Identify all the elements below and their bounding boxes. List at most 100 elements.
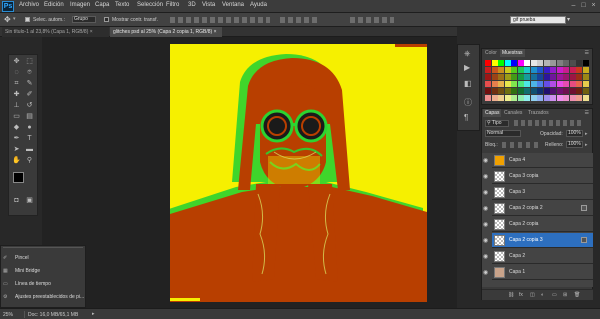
color-swatch[interactable]: [543, 60, 550, 66]
healing-brush-tool-icon[interactable]: ✚: [11, 90, 22, 99]
menu-seleccion[interactable]: Selección: [137, 2, 163, 8]
fill-input[interactable]: 100%: [566, 141, 583, 148]
visibility-eye-icon[interactable]: ◉: [483, 253, 488, 260]
color-swatch[interactable]: [517, 81, 524, 87]
color-swatch[interactable]: [550, 60, 556, 66]
color-swatch[interactable]: [543, 81, 550, 87]
link-layers-icon[interactable]: ⛓: [508, 292, 514, 298]
tab-trazados[interactable]: Trazados: [526, 109, 551, 117]
menu-archivo[interactable]: Archivo: [19, 2, 39, 8]
workspace-chevron-icon[interactable]: ▾: [567, 16, 570, 23]
color-swatch[interactable]: [524, 95, 530, 101]
color-swatch[interactable]: [556, 74, 563, 80]
layer-kind-filter[interactable]: ⚲ Tipo: [485, 120, 509, 127]
layer-row[interactable]: ◉ Capa 2 copia: [483, 217, 593, 232]
color-swatch[interactable]: [582, 95, 589, 101]
color-swatch[interactable]: [511, 60, 517, 66]
menu-3d[interactable]: 3D: [188, 2, 196, 8]
color-swatch[interactable]: [550, 88, 556, 94]
layer-row[interactable]: ◉ Capa 4: [483, 153, 593, 168]
smart-filter-icon[interactable]: [581, 237, 587, 243]
auto-select-dropdown[interactable]: Grupo: [72, 16, 96, 23]
menu-vista[interactable]: Vista: [202, 2, 215, 8]
color-swatch[interactable]: [569, 60, 576, 66]
visibility-eye-icon[interactable]: ◉: [483, 189, 488, 196]
color-swatch[interactable]: [582, 67, 589, 73]
color-swatch[interactable]: [491, 67, 498, 73]
color-swatch[interactable]: [569, 88, 576, 94]
color-swatch[interactable]: [569, 67, 576, 73]
quick-mask-icon[interactable]: ◘: [11, 196, 22, 205]
color-swatch[interactable]: [563, 67, 569, 73]
align-buttons-group[interactable]: [170, 17, 270, 23]
color-swatch[interactable]: [530, 74, 537, 80]
new-layer-icon[interactable]: ⊞: [563, 292, 567, 298]
blend-mode-select[interactable]: Normal: [485, 130, 521, 137]
color-swatch[interactable]: [517, 95, 524, 101]
menu-edicion[interactable]: Edición: [44, 2, 64, 8]
color-swatch[interactable]: [485, 88, 491, 94]
zoom-level[interactable]: 25%: [3, 312, 13, 318]
color-swatch[interactable]: [543, 74, 550, 80]
color-swatch[interactable]: [563, 60, 569, 66]
tab-capas[interactable]: Capas: [483, 109, 502, 117]
color-swatch[interactable]: [504, 60, 511, 66]
color-swatch[interactable]: [511, 74, 517, 80]
path-selection-tool-icon[interactable]: ➤: [11, 145, 22, 154]
lock-buttons[interactable]: [502, 142, 538, 148]
gradient-tool-icon[interactable]: ▤: [24, 112, 35, 121]
color-swatch[interactable]: [537, 88, 543, 94]
color-swatch[interactable]: [524, 60, 530, 66]
properties-icon[interactable]: ◧: [464, 79, 472, 88]
color-swatch[interactable]: [582, 88, 589, 94]
status-chevron-icon[interactable]: ▸: [92, 311, 95, 317]
color-swatch[interactable]: [569, 95, 576, 101]
visibility-eye-icon[interactable]: ◉: [483, 157, 488, 164]
marquee-tool-icon[interactable]: ⬚: [24, 57, 35, 66]
paragraph-icon[interactable]: ¶: [464, 113, 468, 122]
color-swatch[interactable]: [582, 74, 589, 80]
color-swatch[interactable]: [504, 67, 511, 73]
move-tool-icon[interactable]: ✥: [4, 15, 11, 24]
color-swatch[interactable]: [485, 81, 491, 87]
close-icon[interactable]: ×: [589, 2, 598, 10]
color-swatch[interactable]: [569, 74, 576, 80]
layers-menu-icon[interactable]: ☰: [585, 110, 589, 116]
hand-tool-icon[interactable]: ✋: [11, 156, 22, 165]
layer-row[interactable]: ◉ Capa 2 copia 2: [483, 201, 593, 216]
brush-tool-icon[interactable]: ✐: [24, 90, 35, 99]
tab-canales[interactable]: Canales: [502, 109, 524, 117]
color-swatch[interactable]: [576, 95, 582, 101]
opacity-input[interactable]: 100%: [566, 130, 583, 137]
color-swatch[interactable]: [537, 74, 543, 80]
color-swatch[interactable]: [511, 81, 517, 87]
new-group-icon[interactable]: ▭: [552, 292, 557, 298]
minimize-icon[interactable]: –: [569, 2, 578, 10]
color-swatch[interactable]: [504, 74, 511, 80]
color-swatch[interactable]: [582, 81, 589, 87]
color-swatch[interactable]: [576, 74, 582, 80]
color-swatch[interactable]: [491, 88, 498, 94]
color-swatch[interactable]: [530, 88, 537, 94]
color-swatch[interactable]: [530, 67, 537, 73]
visibility-eye-icon[interactable]: ◉: [483, 205, 488, 212]
menu-imagen[interactable]: Imagen: [70, 2, 90, 8]
shape-tool-icon[interactable]: ▬: [24, 145, 35, 154]
color-swatch[interactable]: [498, 95, 504, 101]
type-tool-icon[interactable]: T: [24, 134, 35, 143]
panel-menu-icon[interactable]: ☰: [585, 50, 589, 56]
color-swatch[interactable]: [576, 60, 582, 66]
color-swatch[interactable]: [556, 88, 563, 94]
color-swatch[interactable]: [530, 60, 537, 66]
screen-mode-icon[interactable]: ▣: [24, 196, 35, 205]
color-swatch[interactable]: [563, 81, 569, 87]
add-mask-icon[interactable]: ◫: [530, 292, 535, 298]
color-swatch[interactable]: [517, 88, 524, 94]
color-swatch[interactable]: [563, 95, 569, 101]
tab-color[interactable]: Color: [483, 49, 499, 57]
color-swatch[interactable]: [498, 60, 504, 66]
fx-icon[interactable]: fx: [519, 292, 523, 298]
menu-texto[interactable]: Texto: [115, 2, 129, 8]
actions-icon[interactable]: ▶: [464, 63, 470, 72]
tab-muestras[interactable]: Muestras: [500, 49, 525, 57]
